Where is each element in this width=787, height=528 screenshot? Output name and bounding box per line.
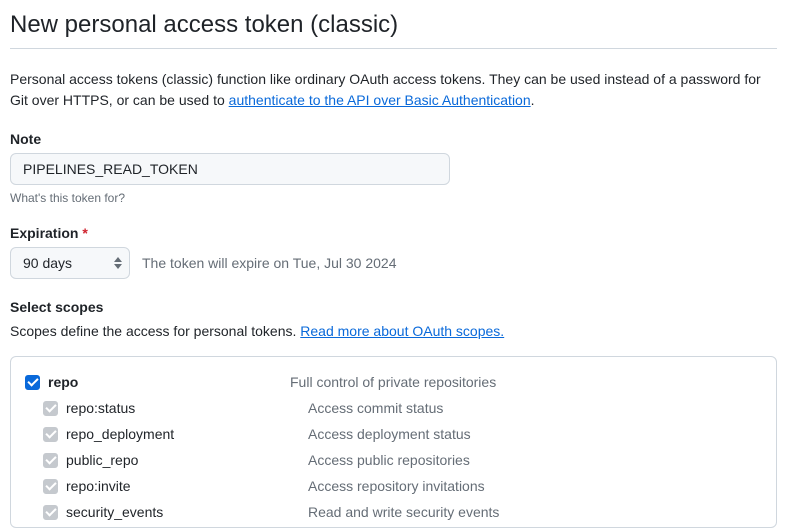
scope-name: repo:invite (66, 478, 131, 494)
note-input[interactable] (10, 153, 450, 185)
scopes-section: Select scopes Scopes define the access f… (10, 299, 777, 528)
scope-name: repo:status (66, 400, 135, 416)
scope-name: security_events (66, 504, 163, 520)
scope-left: security_events (43, 504, 308, 520)
select-caret-icon (114, 257, 122, 269)
expiration-message: The token will expire on Tue, Jul 30 202… (142, 255, 397, 271)
scopes-intro-text: Scopes define the access for personal to… (10, 323, 300, 339)
scope-left: repo (25, 374, 290, 390)
scope-desc: Access public repositories (308, 452, 470, 468)
expiration-label: Expiration * (10, 225, 777, 241)
intro-suffix: . (531, 92, 535, 108)
scope-row-repo-status: repo:status Access commit status (25, 397, 762, 423)
scope-left: public_repo (43, 452, 308, 468)
scope-left: repo_deployment (43, 426, 308, 442)
expiration-value: 90 days (23, 253, 72, 273)
scope-desc: Full control of private repositories (290, 374, 496, 390)
scope-row-repo: repo Full control of private repositories (25, 371, 762, 397)
expiration-section: Expiration * 90 days The token will expi… (10, 225, 777, 279)
scope-name: repo_deployment (66, 426, 174, 442)
scope-desc: Access repository invitations (308, 478, 485, 494)
expiration-select[interactable]: 90 days (10, 247, 130, 279)
scopes-box: repo Full control of private repositories… (10, 356, 777, 528)
page-title: New personal access token (classic) (10, 10, 777, 49)
auth-api-link[interactable]: authenticate to the API over Basic Authe… (229, 92, 531, 108)
note-section: Note What's this token for? (10, 131, 777, 205)
scope-checkbox[interactable] (43, 401, 58, 416)
scope-left: repo:status (43, 400, 308, 416)
scope-checkbox[interactable] (25, 375, 40, 390)
expiration-label-text: Expiration (10, 225, 78, 241)
scope-desc: Access commit status (308, 400, 443, 416)
scope-row-security_events: security_events Read and write security e… (25, 501, 762, 527)
scope-checkbox[interactable] (43, 453, 58, 468)
scopes-intro: Scopes define the access for personal to… (10, 321, 777, 342)
scope-name: public_repo (66, 452, 138, 468)
scope-row-repo-invite: repo:invite Access repository invitations (25, 475, 762, 501)
scope-checkbox[interactable] (43, 505, 58, 520)
scopes-heading: Select scopes (10, 299, 777, 315)
intro-paragraph: Personal access tokens (classic) functio… (10, 69, 777, 111)
scope-desc: Access deployment status (308, 426, 471, 442)
note-label: Note (10, 131, 777, 147)
scope-left: repo:invite (43, 478, 308, 494)
scope-row-repo_deployment: repo_deployment Access deployment status (25, 423, 762, 449)
scope-name: repo (48, 374, 78, 390)
scope-row-public_repo: public_repo Access public repositories (25, 449, 762, 475)
scope-checkbox[interactable] (43, 479, 58, 494)
scopes-learn-more-link[interactable]: Read more about OAuth scopes. (300, 323, 504, 339)
scope-desc: Read and write security events (308, 504, 499, 520)
required-asterisk: * (82, 225, 87, 241)
scope-checkbox[interactable] (43, 427, 58, 442)
note-help-text: What's this token for? (10, 191, 777, 205)
